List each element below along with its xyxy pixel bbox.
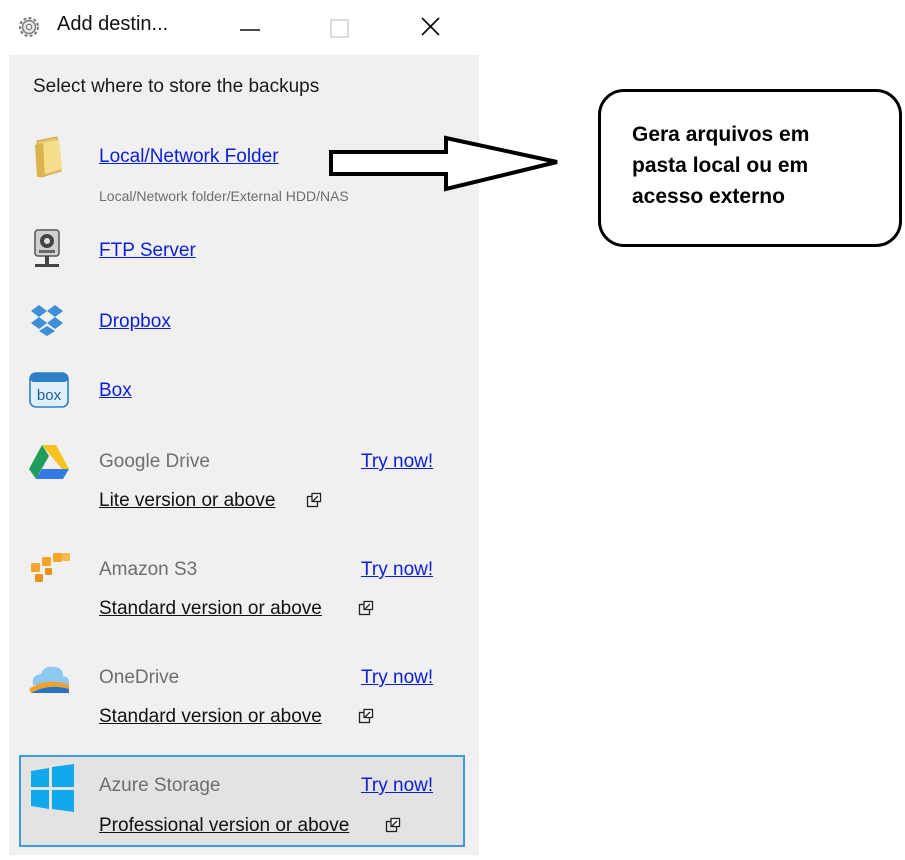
arrow-left-icon: [329, 135, 558, 192]
destination-dropbox[interactable]: Dropbox: [99, 311, 171, 333]
google-drive-icon: [29, 445, 69, 479]
destination-google-drive-name: Google Drive: [99, 451, 210, 472]
ftp-server-icon: [34, 229, 60, 267]
destination-onedrive-name: OneDrive: [99, 667, 180, 688]
box-icon: box: [29, 372, 69, 408]
destination-azure-storage-name: Azure Storage: [99, 775, 221, 796]
folder-icon: [35, 136, 62, 178]
amazon-s3-edition-link[interactable]: Standard version or above: [99, 598, 322, 620]
onedrive-icon: [29, 666, 70, 693]
close-icon[interactable]: [408, 8, 452, 46]
panel-heading: Select where to store the backups: [33, 76, 320, 97]
windows-azure-icon: [31, 764, 74, 812]
google-drive-try-now-link[interactable]: Try now!: [361, 451, 433, 473]
window-titlebar: Add destin...: [0, 0, 478, 52]
svg-text:box: box: [37, 387, 62, 404]
external-link-icon[interactable]: [358, 708, 374, 724]
gear-icon: [19, 17, 39, 37]
minimize-icon[interactable]: [228, 8, 272, 46]
onedrive-edition-link[interactable]: Standard version or above: [99, 706, 322, 728]
dropbox-icon: [31, 305, 63, 336]
window-title: Add destin...: [57, 13, 169, 35]
destination-local-subtitle: Local/Network folder/External HDD/NAS: [99, 188, 349, 204]
annotation-callout: Gera arquivos em pasta local ou em acess…: [598, 89, 902, 247]
amazon-s3-icon: [31, 553, 70, 582]
google-drive-edition-link[interactable]: Lite version or above: [99, 490, 275, 512]
external-link-icon[interactable]: [385, 817, 401, 833]
azure-storage-try-now-link[interactable]: Try now!: [361, 775, 433, 797]
onedrive-try-now-link[interactable]: Try now!: [361, 667, 433, 689]
callout-text: Gera arquivos em pasta local ou em acess…: [632, 123, 810, 208]
amazon-s3-try-now-link[interactable]: Try now!: [361, 559, 433, 581]
external-link-icon[interactable]: [358, 600, 374, 616]
maximize-icon[interactable]: [318, 8, 362, 46]
azure-storage-edition-link[interactable]: Professional version or above: [99, 815, 349, 837]
destination-box[interactable]: Box: [99, 380, 132, 402]
external-link-icon[interactable]: [306, 492, 322, 508]
destination-ftp-server[interactable]: FTP Server: [99, 240, 196, 262]
destination-local-network-folder[interactable]: Local/Network Folder: [99, 146, 279, 168]
destination-amazon-s3-name: Amazon S3: [99, 559, 198, 580]
